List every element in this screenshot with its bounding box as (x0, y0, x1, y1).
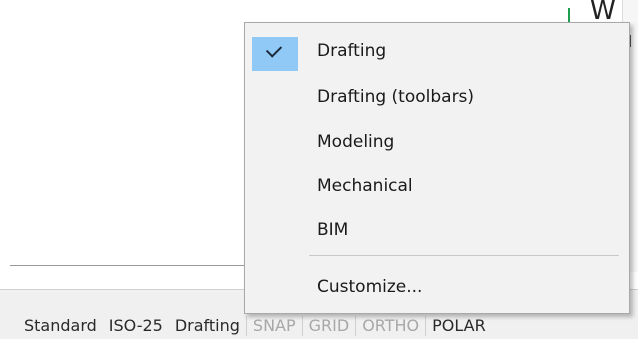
menu-item-label: Modeling (317, 132, 395, 152)
menu-item-label: Customize... (317, 277, 423, 297)
polar-toggle[interactable]: POLAR (425, 316, 492, 336)
status-dim-style[interactable]: ISO-25 (103, 316, 169, 336)
menu-item-bim[interactable]: BIM (245, 210, 629, 250)
menu-item-modeling[interactable]: Modeling (245, 122, 629, 162)
workspace-menu: Drafting Drafting (toolbars) Modeling Me… (244, 22, 630, 314)
check-icon (265, 41, 283, 58)
menu-item-drafting-toolbars[interactable]: Drafting (toolbars) (245, 77, 629, 117)
grid-toggle[interactable]: GRID (301, 316, 356, 336)
status-items: Standard ISO-25 Drafting SNAP GRID ORTHO… (18, 316, 492, 336)
menu-item-label: Drafting (317, 41, 387, 61)
check-highlight (252, 37, 298, 71)
snap-toggle[interactable]: SNAP (245, 316, 302, 336)
menu-item-customize[interactable]: Customize... (245, 267, 629, 307)
status-text-style[interactable]: Standard (18, 316, 103, 336)
menu-item-mechanical[interactable]: Mechanical (245, 166, 629, 206)
menu-item-label: Drafting (toolbars) (317, 87, 475, 107)
menu-item-drafting[interactable]: Drafting (245, 31, 629, 71)
menu-item-label: Mechanical (317, 176, 413, 196)
status-workspace[interactable]: Drafting (169, 316, 246, 336)
ortho-toggle[interactable]: ORTHO (355, 316, 425, 336)
panel-mark (630, 35, 631, 47)
menu-separator (309, 255, 619, 256)
menu-item-label: BIM (317, 220, 349, 240)
